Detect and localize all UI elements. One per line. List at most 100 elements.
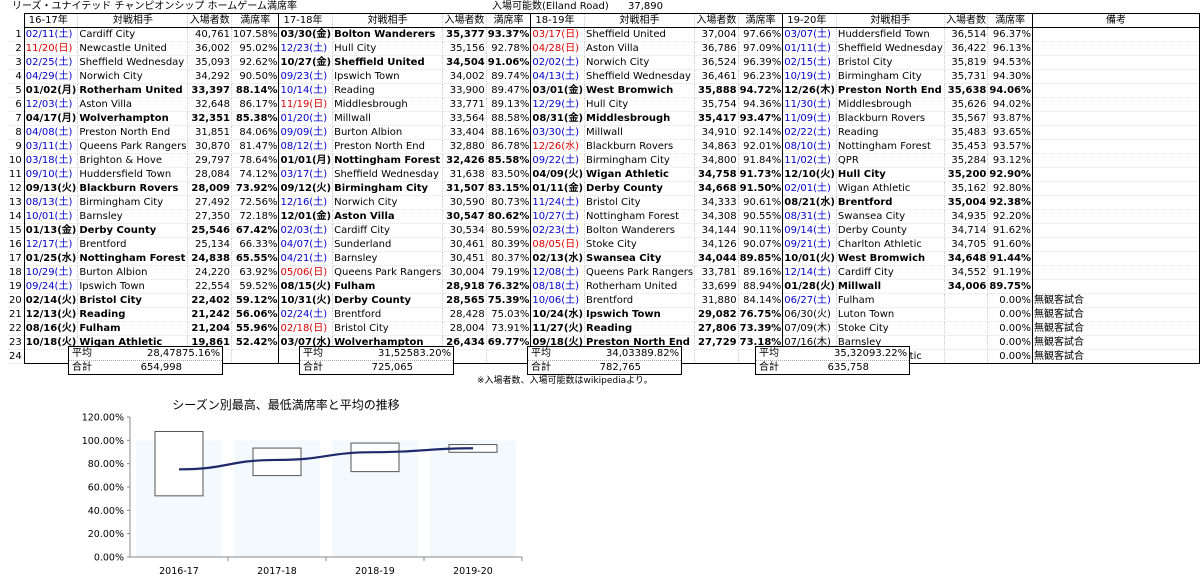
attendance: 31,880	[695, 294, 739, 308]
avg-attendance: 34,033	[591, 347, 641, 360]
row-number: 4	[8, 70, 24, 84]
rate-header: 満席率	[486, 14, 531, 28]
remarks: 無観客試合	[1033, 308, 1200, 322]
attendance: 33,781	[695, 266, 739, 280]
occupancy-rate: 69.77%	[486, 336, 531, 350]
occupancy-rate	[231, 350, 279, 364]
attendance: 33,699	[695, 280, 739, 294]
match-date: 03/18(土)	[24, 154, 78, 168]
occupancy-rate	[486, 350, 531, 364]
opponent-name: Blackburn Rovers	[836, 112, 944, 126]
rate-header: 満席率	[231, 14, 279, 28]
match-date: 01/11(土)	[783, 42, 837, 56]
opponent-name: Nottingham Forest	[585, 210, 695, 224]
occupancy-rate: 0.00%	[988, 294, 1033, 308]
match-date: 08/18(土)	[531, 280, 585, 294]
remarks	[1033, 28, 1200, 42]
attendance: 30,451	[443, 252, 487, 266]
row-number: 20	[8, 294, 24, 308]
opponent-name: Derby County	[333, 294, 443, 308]
y-tick-label: 120.00%	[82, 413, 124, 424]
match-date: 03/11(土)	[24, 140, 78, 154]
occupancy-rate: 55.96%	[231, 322, 279, 336]
opponent-name: Barnsley	[78, 210, 188, 224]
match-date: 09/23(土)	[279, 70, 333, 84]
occupancy-rate: 93.37%	[486, 28, 531, 42]
match-date: 10/29(土)	[24, 266, 78, 280]
row-number: 6	[8, 98, 24, 112]
occupancy-rate: 90.61%	[738, 196, 783, 210]
occupancy-rate: 92.01%	[738, 140, 783, 154]
table-row: 804/08(土)Preston North End31,85184.06%09…	[8, 126, 1200, 140]
occupancy-rate: 86.17%	[231, 98, 279, 112]
average-line	[179, 448, 473, 469]
occupancy-rate: 93.47%	[738, 112, 783, 126]
match-date: 03/07(土)	[783, 28, 837, 42]
attendance: 31,638	[443, 168, 487, 182]
match-date: 12/03(土)	[24, 98, 78, 112]
opponent-header: 対戦相手	[333, 14, 443, 28]
avg-label: 平均	[528, 347, 591, 360]
opponent-name: Brentford	[585, 294, 695, 308]
opponent-name: Aston Villa	[585, 42, 695, 56]
occupancy-rate: 65.55%	[231, 252, 279, 266]
occupancy-rate: 92.14%	[738, 126, 783, 140]
occupancy-rate: 76.32%	[486, 280, 531, 294]
match-date: 02/22(土)	[783, 126, 837, 140]
attendance: 27,492	[188, 196, 232, 210]
opponent-name: Stoke City	[585, 238, 695, 252]
match-date: 12/17(土)	[24, 238, 78, 252]
occupancy-rate: 97.66%	[738, 28, 783, 42]
match-date: 08/10(土)	[783, 140, 837, 154]
remarks	[1033, 280, 1200, 294]
avg-rate: 83.20%	[413, 347, 453, 360]
remarks: 無観客試合	[1033, 336, 1200, 350]
occupancy-rate: 80.39%	[486, 238, 531, 252]
attendance: 34,044	[695, 252, 739, 266]
remarks	[1033, 238, 1200, 252]
match-date: 02/11(土)	[24, 28, 78, 42]
match-date: 02/02(土)	[531, 56, 585, 70]
attendance: 34,668	[695, 182, 739, 196]
total-label: 合計	[756, 361, 819, 374]
row-number: 5	[8, 84, 24, 98]
occupancy-rate: 96.39%	[738, 56, 783, 70]
occupancy-rate: 88.58%	[486, 112, 531, 126]
occupancy-rate: 89.85%	[738, 252, 783, 266]
attendance: 31,851	[188, 126, 232, 140]
row-number: 15	[8, 224, 24, 238]
match-date: 01/01(月)	[279, 154, 333, 168]
attendance: 34,002	[443, 70, 487, 84]
occupancy-rate: 73.39%	[738, 322, 783, 336]
opponent-name: Hull City	[333, 42, 443, 56]
occupancy-rate: 90.11%	[738, 224, 783, 238]
attendance: 27,729	[695, 336, 739, 350]
attendance: 35,567	[944, 112, 988, 126]
opponent-name: Reading	[78, 308, 188, 322]
attendance: 22,402	[188, 294, 232, 308]
occupancy-rate: 59.52%	[231, 280, 279, 294]
attendance: 28,084	[188, 168, 232, 182]
opponent-name: Sheffield Wednesday	[333, 168, 443, 182]
match-date: 10/01(火)	[783, 252, 837, 266]
attendance-header: 入場者数	[443, 14, 487, 28]
occupancy-rate: 88.14%	[231, 84, 279, 98]
opponent-name: Burton Albion	[333, 126, 443, 140]
attendance: 34,800	[695, 154, 739, 168]
season-label: 19-20年	[783, 14, 837, 28]
occupancy-rate: 79.19%	[486, 266, 531, 280]
attendance: 35,819	[944, 56, 988, 70]
opponent-name: West Bromwich	[585, 84, 695, 98]
match-date: 06/27(土)	[783, 294, 837, 308]
attendance: 32,648	[188, 98, 232, 112]
occupancy-rate: 81.47%	[231, 140, 279, 154]
total-attendance: 635,758	[819, 361, 869, 374]
table-row: 1109/10(土)Huddersfield Town28,08474.12%0…	[8, 168, 1200, 182]
attendance: 21,242	[188, 308, 232, 322]
attendance	[944, 308, 988, 322]
match-date: 06/30(火)	[783, 308, 837, 322]
attendance: 28,428	[443, 308, 487, 322]
occupancy-rate: 86.78%	[486, 140, 531, 154]
attendance: 34,308	[695, 210, 739, 224]
remarks: 無観客試合	[1033, 322, 1200, 336]
